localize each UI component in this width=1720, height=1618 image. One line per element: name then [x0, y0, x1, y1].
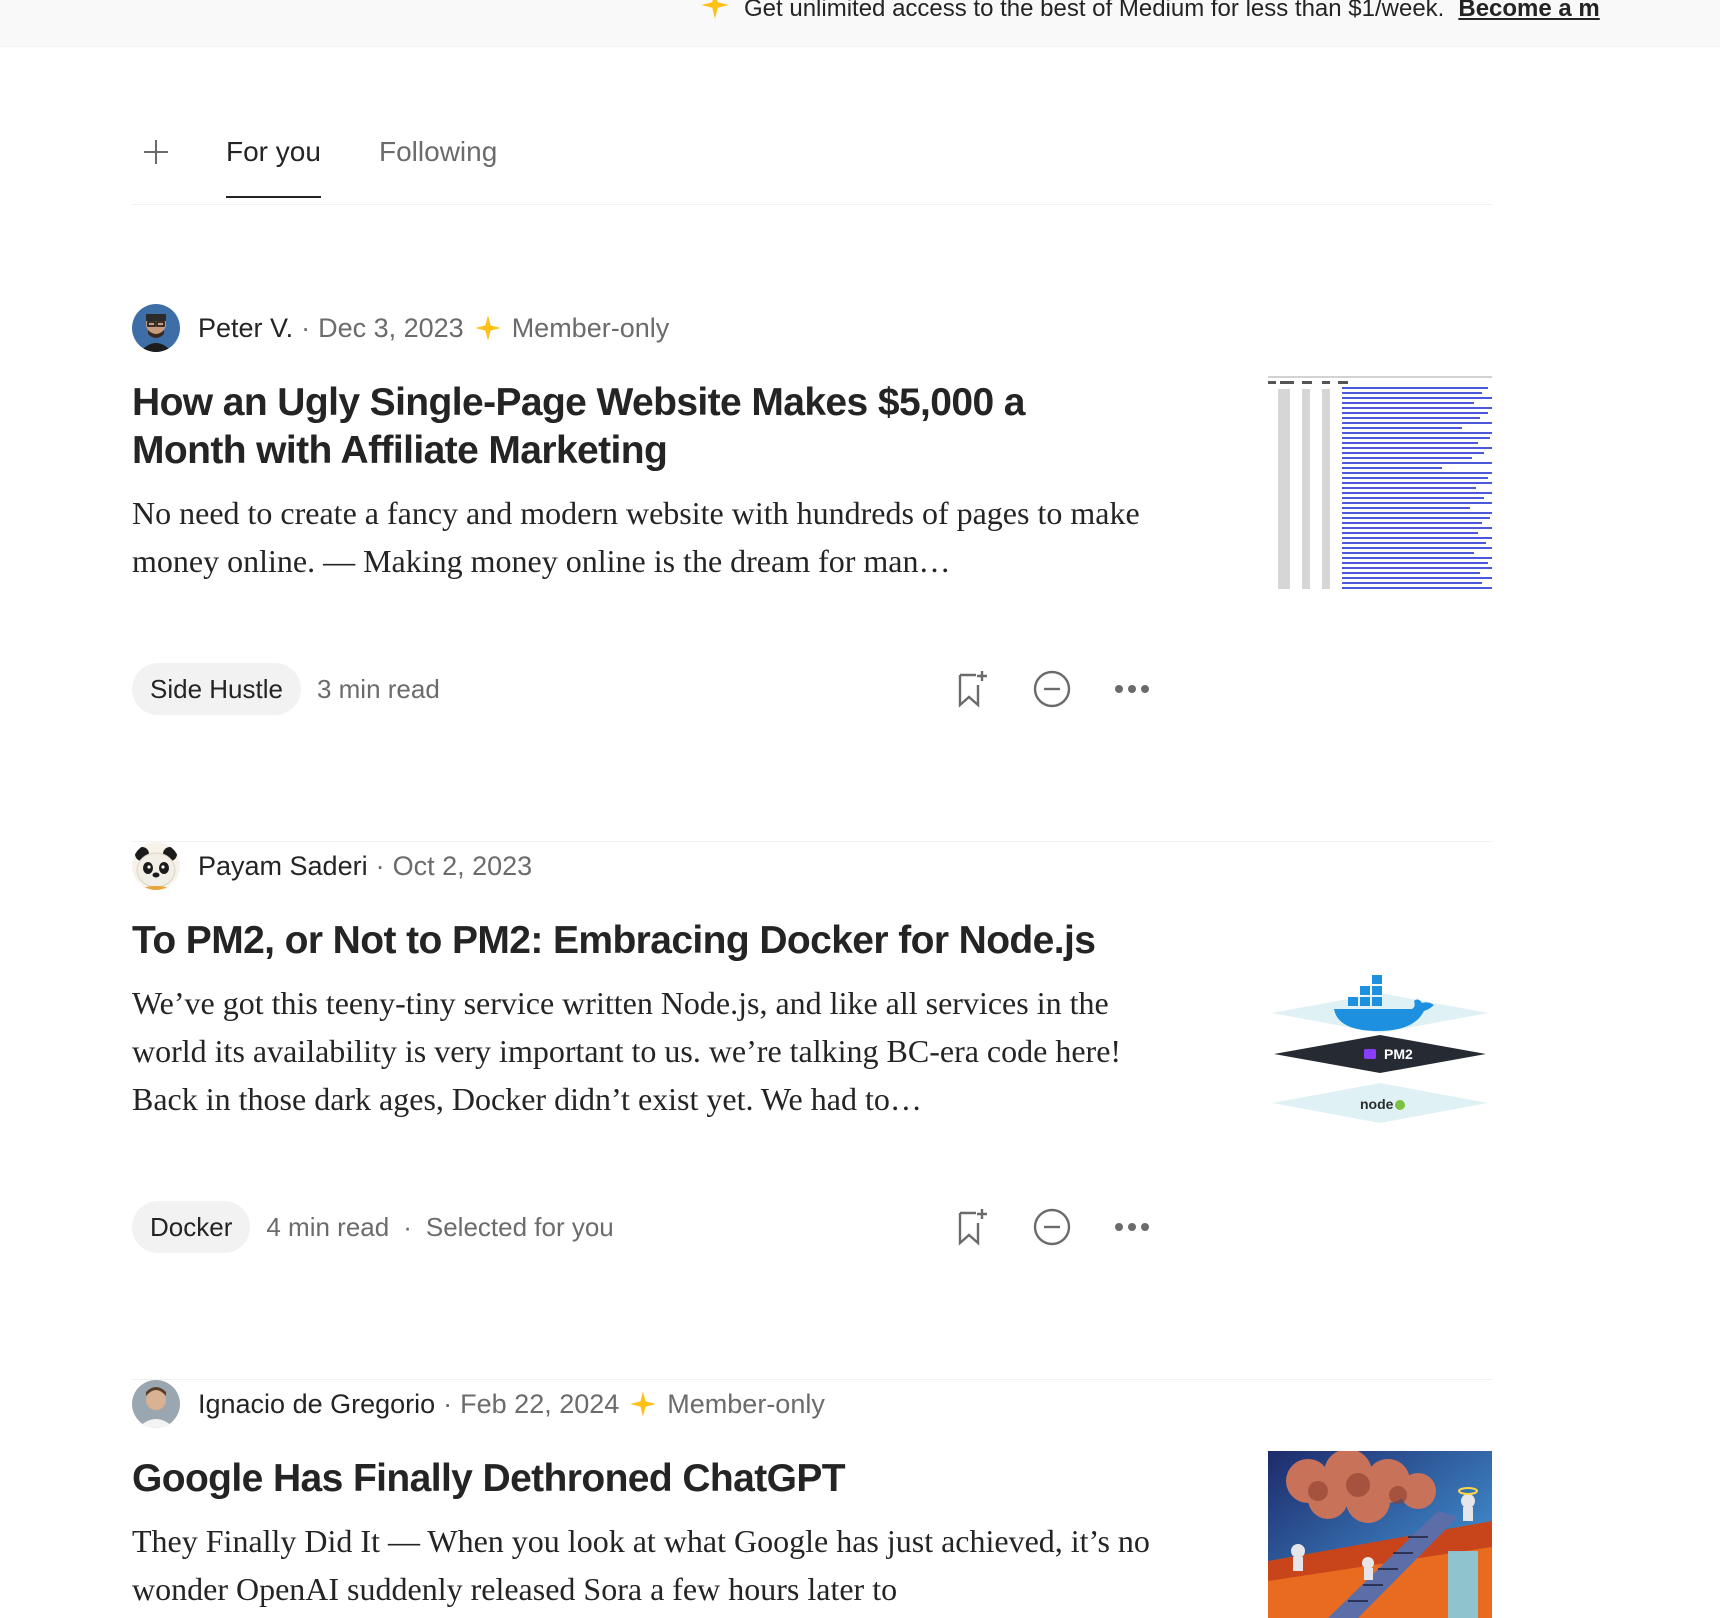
author-name[interactable]: Peter V.	[198, 313, 293, 344]
bookmark-add-icon[interactable]	[952, 669, 992, 709]
separator-dot: ·	[443, 1388, 453, 1419]
topic-tag[interactable]: Docker	[132, 1201, 251, 1253]
article-thumbnail[interactable]: PM2 node	[1268, 913, 1492, 1137]
article-meta: Ignacio de Gregorio · Feb 22, 2024 Membe…	[132, 1379, 825, 1429]
sparkle-star-icon	[474, 314, 502, 342]
article-card: Ignacio de Gregorio · Feb 22, 2024 Membe…	[132, 1379, 1492, 1618]
article-thumbnail[interactable]	[1268, 1451, 1492, 1618]
minus-circle-icon[interactable]	[1032, 669, 1072, 709]
publish-date: Oct 2, 2023	[392, 850, 533, 881]
article-subtitle[interactable]: We’ve got this teeny-tiny service writte…	[132, 979, 1152, 1123]
article-card: Payam Saderi · Oct 2, 2023 To PM2, or No…	[132, 841, 1492, 1380]
avatar[interactable]	[132, 1380, 180, 1428]
tab-for-you[interactable]: For you	[226, 136, 321, 198]
article-footer: Docker 4 min read · Selected for you	[132, 1201, 614, 1253]
article-title[interactable]: Google Has Finally Dethroned ChatGPT	[132, 1455, 1132, 1503]
article-subtitle[interactable]: They Finally Did It — When you look at w…	[132, 1517, 1152, 1613]
author-name[interactable]: Payam Saderi	[198, 851, 368, 882]
article-actions	[952, 1207, 1152, 1247]
more-dots-icon[interactable]	[1112, 669, 1152, 709]
article-footer: Side Hustle 3 min read	[132, 663, 440, 715]
article-actions	[952, 669, 1152, 709]
member-only-label: Member-only	[667, 1388, 825, 1419]
pm2-logo-text: PM2	[1384, 1046, 1413, 1062]
more-dots-icon[interactable]	[1112, 1207, 1152, 1247]
article-card: Peter V. · Dec 3, 2023 Member-only How a…	[132, 303, 1492, 842]
banner-content: Get unlimited access to the best of Medi…	[700, 0, 1600, 27]
topic-tag[interactable]: Side Hustle	[132, 663, 301, 715]
sparkle-star-icon	[629, 1390, 657, 1418]
become-member-link[interactable]: Become a m	[1458, 0, 1599, 23]
read-time: 4 min read	[266, 1211, 390, 1242]
read-time: 3 min read	[316, 673, 440, 704]
separator-dot: ·	[403, 1211, 412, 1242]
banner-text: Get unlimited access to the best of Medi…	[744, 0, 1445, 22]
article-meta: Peter V. · Dec 3, 2023 Member-only	[132, 303, 669, 353]
avatar[interactable]	[132, 304, 180, 352]
author-name[interactable]: Ignacio de Gregorio	[198, 1389, 435, 1420]
sparkle-star-icon	[700, 0, 730, 27]
article-title[interactable]: To PM2, or Not to PM2: Embracing Docker …	[132, 917, 1132, 965]
article-title[interactable]: How an Ugly Single-Page Website Makes $5…	[132, 379, 1132, 475]
selected-for-you-label: Selected for you	[425, 1211, 614, 1242]
publish-date: Dec 3, 2023	[318, 312, 464, 343]
node-logo-text: node	[1360, 1096, 1394, 1112]
separator-dot: ·	[375, 850, 385, 881]
publish-date: Feb 22, 2024	[460, 1388, 620, 1419]
feed-tabs: For you Following	[132, 112, 1492, 205]
bookmark-add-icon[interactable]	[952, 1207, 992, 1247]
tab-following[interactable]: Following	[379, 136, 497, 196]
plus-icon[interactable]	[138, 134, 174, 170]
membership-banner: Get unlimited access to the best of Medi…	[0, 0, 1720, 47]
article-thumbnail[interactable]	[1268, 375, 1492, 599]
member-only-label: Member-only	[511, 312, 670, 343]
article-meta: Payam Saderi · Oct 2, 2023	[132, 841, 532, 891]
separator-dot: ·	[301, 312, 311, 343]
article-subtitle[interactable]: No need to create a fancy and modern web…	[132, 489, 1152, 585]
minus-circle-icon[interactable]	[1032, 1207, 1072, 1247]
avatar[interactable]	[132, 842, 180, 890]
